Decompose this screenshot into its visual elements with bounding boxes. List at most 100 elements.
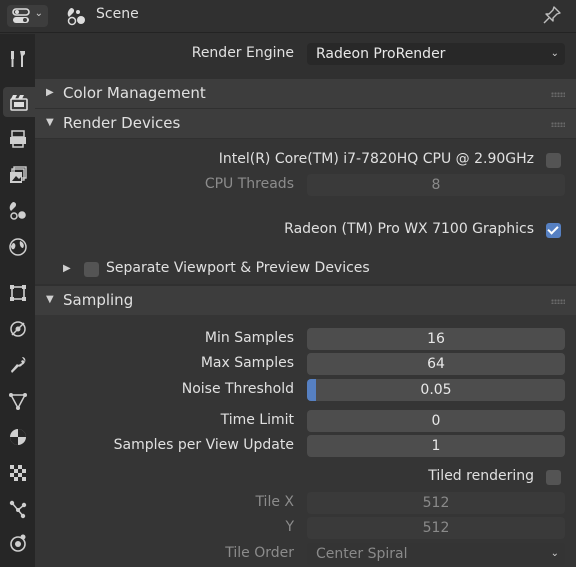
- tab-output[interactable]: [3, 124, 33, 154]
- collapsed-triangle-icon: ▶: [46, 87, 54, 98]
- gpu-device-row: Radeon (TM) Pro WX 7100 Graphics: [35, 219, 576, 243]
- tile-order-dropdown[interactable]: Center Spiral ⌄: [307, 543, 565, 565]
- tab-tool[interactable]: [3, 44, 33, 74]
- separate-devices-label: Separate Viewport & Preview Devices: [106, 260, 370, 276]
- noise-threshold-label: Noise Threshold: [181, 381, 294, 397]
- render-icon: [10, 95, 28, 111]
- tile-y-row: Y 512: [35, 516, 576, 540]
- panel-header-render-devices[interactable]: ▼ Render Devices: [35, 109, 576, 138]
- tile-x-label: Tile X: [255, 494, 294, 510]
- view-layer-icon: [10, 166, 27, 183]
- output-icon: [10, 130, 26, 148]
- drag-grip-icon[interactable]: [551, 92, 565, 97]
- tiled-rendering-label: Tiled rendering: [428, 468, 534, 484]
- tab-particles[interactable]: [3, 494, 33, 524]
- tile-order-row: Tile Order Center Spiral ⌄: [35, 542, 576, 566]
- cpu-device-label: Intel(R) Core(TM) i7-7820HQ CPU @ 2.90GH…: [218, 151, 534, 167]
- max-samples-field[interactable]: 64: [307, 353, 565, 375]
- samples-per-update-row: Samples per View Update 1: [35, 434, 576, 458]
- render-engine-label: Render Engine: [191, 45, 294, 61]
- panel-title: Sampling: [63, 291, 134, 309]
- tab-render[interactable]: [3, 87, 35, 117]
- cpu-device-checkbox[interactable]: [546, 153, 561, 168]
- tile-y-label: Y: [285, 519, 294, 535]
- cpu-threads-row: CPU Threads 8: [35, 173, 576, 197]
- noise-threshold-row: Noise Threshold 0.05: [35, 378, 576, 402]
- expanded-triangle-icon: ▼: [46, 294, 54, 305]
- tab-physics[interactable]: [3, 314, 33, 344]
- time-limit-row: Time Limit 0: [35, 409, 576, 433]
- tab-material[interactable]: [3, 422, 33, 452]
- scene-icon: [67, 8, 85, 26]
- noise-threshold-slider[interactable]: 0.05: [307, 379, 565, 401]
- tab-world[interactable]: [3, 232, 33, 262]
- tab-modifiers[interactable]: [3, 350, 33, 380]
- render-engine-dropdown[interactable]: Radeon ProRender ⌄: [307, 43, 565, 65]
- tab-view-layer[interactable]: [3, 160, 33, 190]
- gpu-device-label: Radeon (TM) Pro WX 7100 Graphics: [284, 221, 534, 237]
- tile-x-field[interactable]: 512: [307, 492, 565, 514]
- chevron-down-icon: ⌄: [550, 48, 559, 59]
- samples-per-update-field[interactable]: 1: [307, 435, 565, 457]
- tiled-rendering-checkbox[interactable]: [546, 470, 561, 485]
- properties-editor-icon: [12, 8, 30, 23]
- chevron-down-icon: ⌄: [550, 548, 559, 559]
- tile-order-value: Center Spiral: [316, 546, 408, 562]
- noise-threshold-value: 0.05: [420, 382, 452, 398]
- min-samples-row: Min Samples 16: [35, 327, 576, 351]
- tile-y-field[interactable]: 512: [307, 517, 565, 539]
- panel-body-sampling: Min Samples 16 Max Samples 64 Noise Thre…: [35, 315, 576, 567]
- max-samples-row: Max Samples 64: [35, 352, 576, 376]
- chevron-down-icon: ⌄: [34, 8, 43, 19]
- render-engine-value: Radeon ProRender: [316, 46, 446, 62]
- panel-header-sampling[interactable]: ▼ Sampling: [35, 286, 576, 315]
- drag-grip-icon[interactable]: [551, 299, 565, 304]
- time-limit-field[interactable]: 0: [307, 410, 565, 432]
- collapsed-triangle-icon[interactable]: ▶: [63, 263, 71, 274]
- tab-texture[interactable]: [3, 458, 33, 488]
- separate-devices-row: ▶ Separate Viewport & Preview Devices: [35, 258, 576, 282]
- tile-order-label: Tile Order: [225, 545, 294, 561]
- tab-object[interactable]: [3, 278, 33, 308]
- properties-tab-bar: [0, 34, 35, 567]
- physics-icon: [10, 321, 26, 337]
- world-icon: [9, 238, 27, 256]
- panel-title: Color Management: [63, 84, 206, 102]
- particles-icon: [9, 500, 27, 519]
- samples-per-update-label: Samples per View Update: [113, 437, 294, 453]
- tool-icon: [11, 51, 25, 67]
- tile-x-row: Tile X 512: [35, 491, 576, 515]
- object-icon: [10, 285, 26, 301]
- constraints-icon: [10, 534, 26, 552]
- wrench-icon: [11, 357, 26, 373]
- slider-fill: [307, 379, 316, 401]
- max-samples-label: Max Samples: [200, 355, 294, 371]
- scene-props-icon: [9, 202, 26, 220]
- mesh-data-icon: [9, 393, 27, 410]
- panel-body-render-devices: Intel(R) Core(TM) i7-7820HQ CPU @ 2.90GH…: [35, 139, 576, 284]
- editor-type-selector[interactable]: ⌄: [7, 5, 48, 27]
- cpu-threads-label: CPU Threads: [204, 176, 294, 192]
- min-samples-label: Min Samples: [204, 330, 294, 346]
- tiled-rendering-row: Tiled rendering: [35, 466, 576, 490]
- tab-constraints[interactable]: [3, 528, 33, 558]
- material-icon: [10, 429, 26, 445]
- pin-icon[interactable]: [542, 5, 562, 25]
- properties-main: Render Engine Radeon ProRender ⌄ ▶ Color…: [35, 34, 576, 567]
- panel-header-color-management[interactable]: ▶ Color Management: [35, 79, 576, 108]
- separate-devices-checkbox[interactable]: [84, 262, 99, 277]
- render-engine-row: Render Engine Radeon ProRender ⌄: [35, 42, 576, 66]
- expanded-triangle-icon: ▼: [46, 117, 54, 128]
- cpu-threads-field[interactable]: 8: [307, 174, 565, 196]
- tab-scene[interactable]: [3, 196, 33, 226]
- gpu-device-checkbox[interactable]: [546, 223, 561, 238]
- panel-title: Render Devices: [63, 114, 181, 132]
- min-samples-field[interactable]: 16: [307, 328, 565, 350]
- texture-icon: [10, 465, 26, 481]
- time-limit-label: Time Limit: [220, 412, 294, 428]
- tab-data[interactable]: [3, 386, 33, 416]
- scene-title: Scene: [96, 6, 139, 22]
- properties-header: ⌄ Scene: [0, 0, 576, 33]
- cpu-device-row: Intel(R) Core(TM) i7-7820HQ CPU @ 2.90GH…: [35, 148, 576, 172]
- drag-grip-icon[interactable]: [551, 122, 565, 127]
